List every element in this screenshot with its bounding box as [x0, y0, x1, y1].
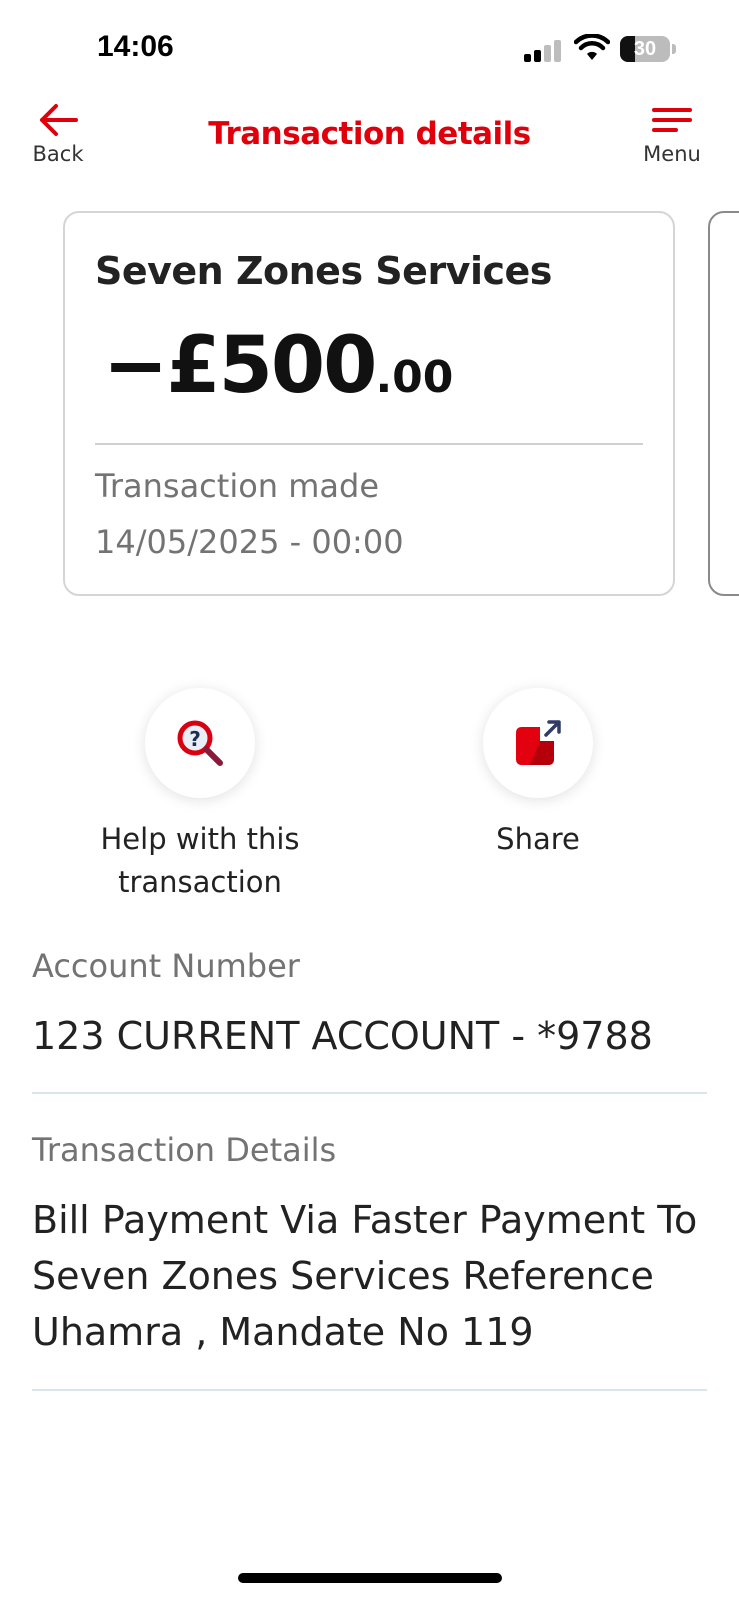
- divider: [32, 1092, 707, 1094]
- transaction-amount: −£500.00: [103, 321, 453, 411]
- card-divider: [95, 443, 643, 445]
- header: Back Transaction details Menu: [0, 96, 739, 186]
- share-circle: [483, 688, 593, 798]
- help-with-transaction-button[interactable]: ? Help with this transaction: [70, 688, 330, 904]
- status-time: 14:06: [97, 30, 174, 63]
- transaction-made-datetime: 14/05/2025 - 00:00: [95, 523, 404, 561]
- account-number-label: Account Number: [32, 947, 300, 985]
- share-button[interactable]: Share: [408, 688, 668, 861]
- amount-decimal: .00: [375, 352, 454, 403]
- transaction-card: Seven Zones Services −£500.00 Transactio…: [63, 211, 675, 596]
- battery-level: 30: [633, 38, 657, 60]
- transaction-details-value: Bill Payment Via Faster Payment To Seven…: [32, 1198, 698, 1354]
- page-title: Transaction details: [208, 116, 531, 152]
- hamburger-menu-icon: [652, 108, 692, 132]
- status-bar: 14:06 30: [0, 0, 739, 96]
- cellular-signal-icon: [524, 38, 562, 62]
- merchant-name: Seven Zones Services: [95, 249, 552, 293]
- menu-label: Menu: [643, 142, 701, 166]
- svg-text:?: ?: [189, 727, 201, 751]
- next-transaction-card[interactable]: [708, 211, 739, 596]
- transaction-made-label: Transaction made: [95, 467, 380, 505]
- transaction-details-label: Transaction Details: [32, 1131, 337, 1169]
- wifi-icon: [574, 34, 610, 60]
- amount-main: −£500: [103, 321, 377, 411]
- account-number-value: 123 CURRENT ACCOUNT - *9788: [32, 1014, 653, 1058]
- help-magnifier-icon: ?: [177, 720, 223, 766]
- help-label: Help with this transaction: [100, 822, 300, 899]
- share-icon: [516, 720, 561, 765]
- share-label: Share: [496, 822, 580, 856]
- battery-icon: 30: [620, 36, 670, 62]
- help-circle: ?: [145, 688, 255, 798]
- divider: [32, 1389, 707, 1391]
- home-indicator[interactable]: [238, 1573, 502, 1583]
- menu-button[interactable]: Menu: [632, 102, 712, 176]
